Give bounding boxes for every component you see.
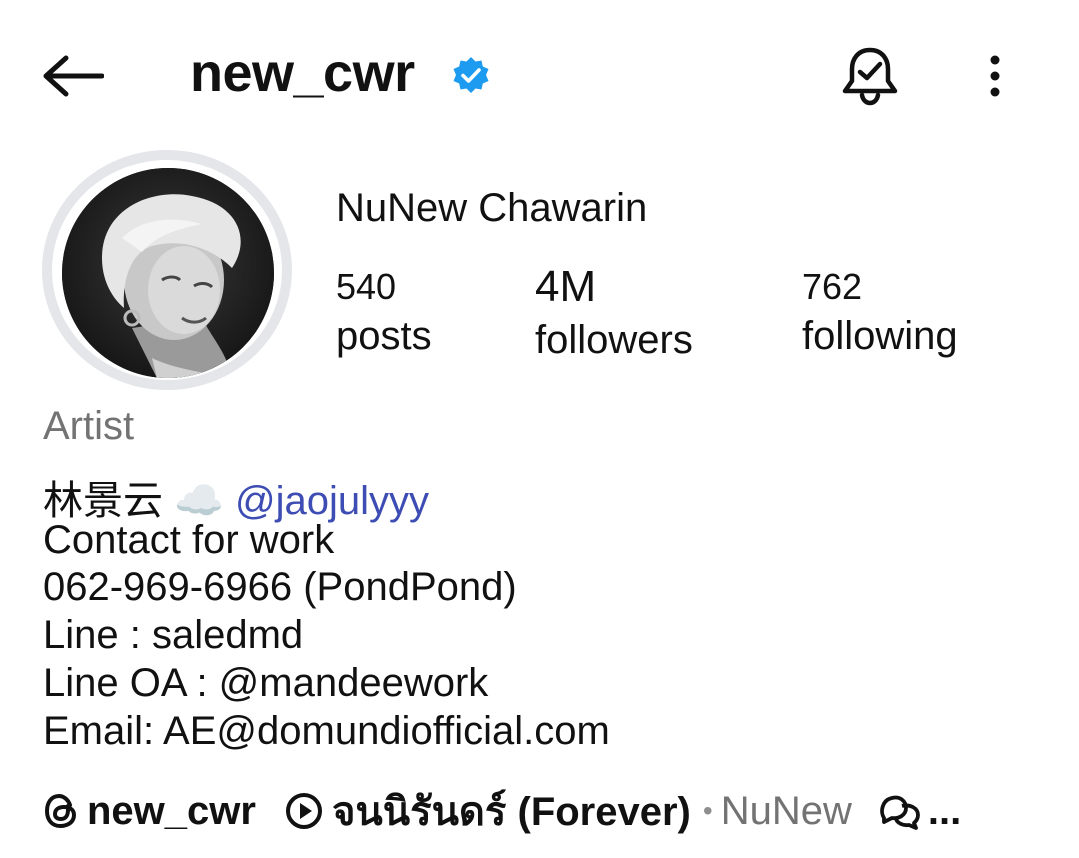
threads-icon: [43, 792, 79, 830]
notification-bell-icon: [840, 45, 900, 107]
bio-line-3: 062-969-6966 (PondPond): [43, 565, 517, 609]
followers-count[interactable]: 4M: [535, 262, 596, 312]
more-options-button[interactable]: [970, 44, 1020, 108]
bio-line-4: Line : saledmd: [43, 613, 304, 657]
music-track-link[interactable]: จนนิรันดร์ (Forever): [332, 779, 691, 843]
chat-bubbles-icon[interactable]: [878, 792, 922, 830]
posts-label: posts: [336, 314, 432, 358]
more-vertical-icon: [988, 54, 1002, 98]
following-count[interactable]: 762: [802, 266, 862, 308]
bio-name-text: 林景云 ☁️: [43, 479, 224, 523]
profile-links-row: new_cwr จนนิรันดร์ (Forever) • NuNew ...: [43, 784, 961, 838]
profile-username: new_cwr: [190, 43, 415, 103]
profile-category: Artist: [43, 404, 135, 448]
followers-label[interactable]: followers: [535, 318, 693, 363]
display-name: NuNew Chawarin: [336, 186, 648, 230]
threads-link[interactable]: new_cwr: [87, 789, 256, 834]
bio-line-5: Line OA : @mandeework: [43, 661, 489, 705]
bio-line-2: Contact for work: [43, 518, 335, 562]
posts-count: 540: [336, 266, 397, 307]
play-circle-icon: [284, 791, 324, 831]
bio-line-6: Email: AE@domundiofficial.com: [43, 709, 610, 753]
profile-avatar[interactable]: [62, 168, 274, 378]
notifications-button[interactable]: [834, 40, 906, 112]
following-label[interactable]: following: [802, 314, 958, 359]
back-button[interactable]: [40, 48, 106, 104]
music-separator: •: [702, 795, 713, 826]
verified-badge-icon: [452, 56, 490, 94]
music-artist[interactable]: NuNew: [721, 789, 852, 834]
arrow-left-icon: [42, 54, 104, 98]
mention-link[interactable]: @jaojulyyy: [235, 479, 429, 523]
more-links[interactable]: ...: [928, 789, 961, 834]
